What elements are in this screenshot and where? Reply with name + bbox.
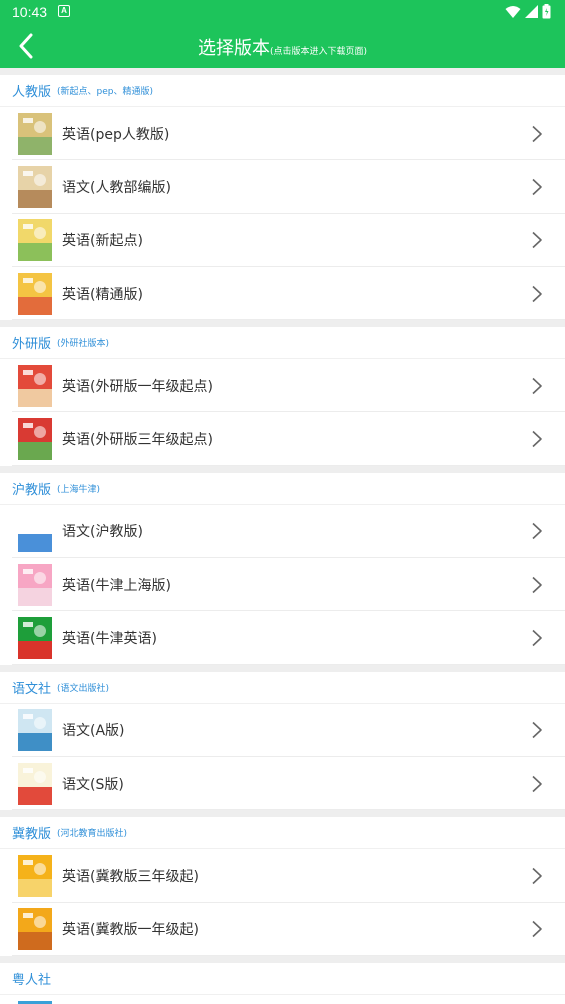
chevron-right-icon — [532, 377, 542, 394]
row-separator — [12, 809, 565, 811]
wifi-icon — [505, 5, 521, 18]
section-divider — [0, 810, 565, 818]
version-item[interactable]: 英语(新起点) — [0, 214, 565, 267]
section-divider — [0, 320, 565, 328]
version-item[interactable]: 语文(沪教版) — [0, 505, 565, 559]
chevron-right-icon — [532, 629, 542, 647]
version-item-label: 英语(精通版) — [62, 286, 143, 303]
row-separator — [12, 319, 565, 321]
chevron-right-icon — [532, 285, 542, 302]
book-cover-icon — [18, 219, 52, 262]
section-title: 外研版 — [12, 337, 52, 353]
version-item[interactable]: 英语(外研版三年级起点) — [0, 412, 565, 466]
book-cover-icon — [18, 510, 52, 553]
book-cover-icon — [18, 272, 52, 315]
section-subtitle: (语文出版社) — [57, 683, 110, 694]
version-item-label: 英语(冀教版三年级起) — [62, 868, 199, 885]
version-item[interactable]: 英语(精通版) — [0, 267, 565, 321]
book-cover-icon — [18, 762, 52, 805]
version-item-label: 英语(pep人教版) — [62, 126, 170, 143]
row-separator — [12, 954, 565, 956]
version-item[interactable]: 英语(牛津英语) — [0, 611, 565, 665]
section-header: 语文社 (语文出版社) — [0, 672, 565, 704]
row-separator — [12, 464, 565, 466]
version-item-label: 语文(A版) — [62, 723, 125, 740]
section-header: 人教版 (新起点、pep、精通版) — [0, 75, 565, 107]
chevron-right-icon — [532, 125, 542, 142]
status-time: 10:43 — [12, 4, 48, 20]
section-subtitle: (新起点、pep、精通版) — [57, 87, 154, 97]
status-icons — [505, 4, 551, 19]
version-item-label: 英语(新起点) — [62, 233, 143, 250]
version-item[interactable]: 语文(人教部编版) — [0, 160, 565, 214]
section-title: 语文社 — [12, 681, 52, 697]
version-item-label: 英语(牛津英语) — [62, 631, 157, 648]
page-title: 选择版本(点击版本进入下载页面) — [0, 34, 565, 60]
book-cover-icon — [18, 617, 52, 660]
version-item-label: 英语(冀教版一年级起) — [62, 922, 199, 939]
page-subtitle-text: (点击版本进入下载页面) — [269, 47, 368, 57]
section-header: 冀教版 (河北教育出版社) — [0, 817, 565, 850]
section-title: 人教版 — [12, 85, 52, 100]
chevron-right-icon — [532, 921, 542, 938]
status-bar: 10:43 A — [0, 0, 565, 24]
version-item[interactable]: 语文(S版) — [0, 757, 565, 811]
section-title: 冀教版 — [12, 827, 52, 843]
chevron-right-icon — [532, 178, 542, 196]
battery-icon — [542, 4, 551, 19]
version-item[interactable]: 英语(冀教版一年级起) — [0, 903, 565, 956]
notification-a-icon: A — [58, 5, 70, 17]
chevron-right-icon — [532, 775, 542, 792]
title-bar: 选择版本(点击版本进入下载页面) — [0, 24, 565, 68]
book-cover-icon — [18, 709, 52, 752]
section-header: 粤人社 — [0, 963, 565, 995]
book-cover-icon — [18, 418, 52, 461]
section-divider — [0, 68, 565, 75]
section-subtitle: (外研社版本) — [57, 339, 110, 350]
section-header: 沪教版 (上海牛津) — [0, 473, 565, 505]
version-list[interactable]: 人教版 (新起点、pep、精通版) 英语(pep人教版) 语文(人教部编版) 英语(新起… — [0, 68, 565, 1004]
book-cover-icon — [18, 1000, 52, 1004]
section-subtitle: (上海牛津) — [57, 484, 101, 495]
book-cover-icon — [18, 563, 52, 606]
section-divider — [0, 955, 565, 963]
section-title: 粤人社 — [12, 972, 52, 988]
version-item[interactable]: 英语(冀教版三年级起) — [0, 849, 565, 903]
version-item-label: 英语(牛津上海版) — [62, 577, 171, 594]
version-item[interactable]: 英语(牛津上海版) — [0, 558, 565, 612]
section-divider — [0, 465, 565, 473]
book-cover-icon — [18, 364, 52, 407]
page-title-text: 选择版本 — [197, 38, 270, 59]
book-cover-icon — [18, 908, 52, 951]
chevron-right-icon — [532, 867, 542, 884]
version-item[interactable]: 语文(A版) — [0, 704, 565, 757]
version-item[interactable]: 英语(pep人教版) — [0, 107, 565, 161]
section-header: 外研版 (外研社版本) — [0, 327, 565, 360]
section-title: 沪教版 — [12, 482, 52, 498]
version-item-label: 语文(S版) — [62, 776, 124, 793]
version-item-label: 英语(外研版一年级起点) — [62, 378, 213, 395]
version-item-label: 语文(沪教版) — [62, 524, 143, 541]
version-item[interactable]: 英语(外研版一年级起点) — [0, 359, 565, 413]
row-separator — [12, 663, 565, 665]
signal-icon — [525, 5, 538, 18]
section-subtitle: (河北教育出版社) — [57, 829, 128, 840]
version-item-label: 语文(人教部编版) — [62, 179, 171, 196]
chevron-right-icon — [532, 232, 542, 249]
version-item-label: 英语(外研版三年级起点) — [62, 432, 213, 449]
chevron-right-icon — [532, 523, 542, 540]
version-item[interactable] — [0, 995, 565, 1004]
chevron-right-icon — [532, 431, 542, 448]
book-cover-icon — [18, 854, 52, 897]
book-cover-icon — [18, 112, 52, 155]
section-divider — [0, 664, 565, 672]
chevron-right-icon — [532, 576, 542, 593]
book-cover-icon — [18, 165, 52, 208]
chevron-right-icon — [532, 722, 542, 739]
